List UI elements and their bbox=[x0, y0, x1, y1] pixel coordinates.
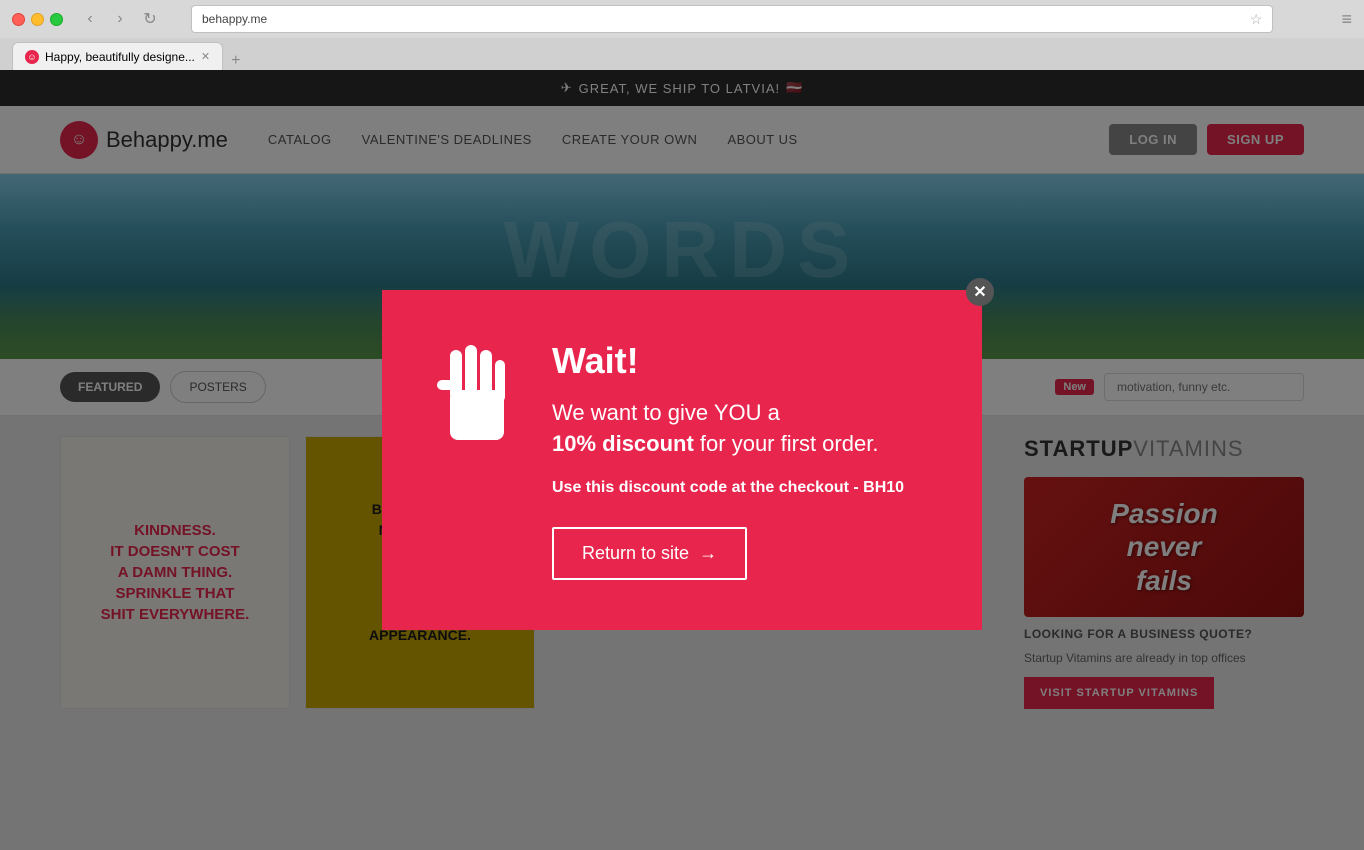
tab-close-icon[interactable]: ✕ bbox=[201, 50, 210, 63]
minimize-window-button[interactable] bbox=[31, 13, 44, 26]
modal-content: Wait! We want to give YOU a 10% discount… bbox=[552, 340, 904, 581]
tab-title: Happy, beautifully designe... bbox=[45, 50, 195, 64]
browser-tab[interactable]: ☺ Happy, beautifully designe... ✕ bbox=[12, 42, 223, 70]
refresh-button[interactable]: ↻ bbox=[139, 8, 161, 30]
modal-title: Wait! bbox=[552, 340, 904, 382]
browser-menu-icon[interactable]: ≡ bbox=[1341, 9, 1352, 30]
bookmark-icon[interactable]: ☆ bbox=[1250, 11, 1263, 28]
modal-close-button[interactable]: ✕ bbox=[966, 278, 994, 306]
address-text: behappy.me bbox=[202, 12, 267, 26]
modal-overlay: ✕ bbox=[0, 70, 1364, 850]
forward-button[interactable]: › bbox=[109, 8, 131, 30]
browser-chrome: ‹ › ↻ behappy.me ☆ ≡ ☺ Happy, beautifull… bbox=[0, 0, 1364, 70]
modal-dialog: ✕ bbox=[382, 290, 982, 631]
maximize-window-button[interactable] bbox=[50, 13, 63, 26]
back-button[interactable]: ‹ bbox=[79, 8, 101, 30]
modal-discount-code: Use this discount code at the checkout -… bbox=[552, 479, 904, 497]
modal-body: We want to give YOU a 10% discount for y… bbox=[552, 398, 904, 460]
return-to-site-button[interactable]: Return to site → bbox=[552, 527, 747, 580]
new-tab-button[interactable]: + bbox=[231, 52, 240, 70]
tab-favicon: ☺ bbox=[25, 50, 39, 64]
close-window-button[interactable] bbox=[12, 13, 25, 26]
address-bar[interactable]: behappy.me ☆ bbox=[191, 5, 1273, 33]
window-controls bbox=[12, 13, 63, 26]
browser-nav: ‹ › ↻ bbox=[79, 8, 161, 30]
hand-icon bbox=[432, 340, 522, 461]
